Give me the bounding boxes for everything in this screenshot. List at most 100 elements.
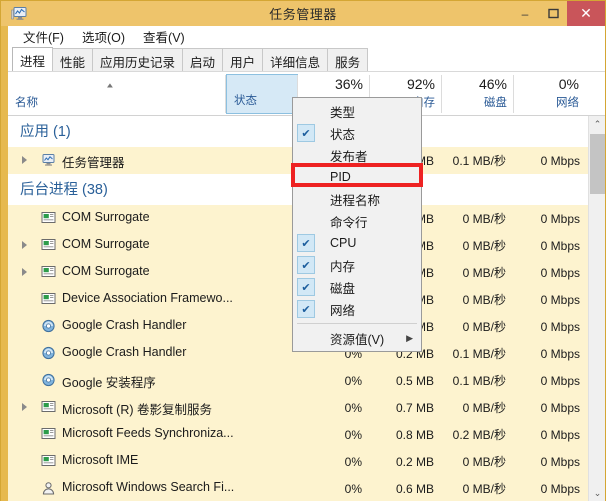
cpu-cell: 0% <box>344 400 362 415</box>
process-name: Microsoft IME <box>62 453 139 467</box>
network-cell: 0 Mbps <box>540 211 580 226</box>
process-name-cell[interactable]: 任务管理器 <box>8 147 298 174</box>
expand-arrow-icon[interactable] <box>22 156 27 164</box>
checkmark-icon: ✔ <box>297 234 315 252</box>
disk-cell: 0.2 MB/秒 <box>452 428 506 442</box>
context-menu-item-网络[interactable]: ✔ 网络 <box>293 298 421 320</box>
expand-arrow-icon[interactable] <box>22 403 27 411</box>
process-name-cell[interactable]: COM Surrogate <box>8 259 298 286</box>
context-menu-item-资源值v[interactable]: 资源值(V) ▶ <box>293 327 421 349</box>
context-menu-label: 进程名称 <box>330 193 381 208</box>
title-bar[interactable]: 任务管理器 – ✕ <box>1 1 605 26</box>
tab-performance[interactable]: 性能 <box>52 48 94 71</box>
process-name-cell[interactable]: COM Surrogate <box>8 205 298 232</box>
tab-users[interactable]: 用户 <box>222 48 264 71</box>
process-name-cell[interactable]: Microsoft (R) 卷影复制服务 <box>8 394 298 421</box>
process-name-cell[interactable]: COM Surrogate <box>8 232 298 259</box>
checkmark-icon: ✔ <box>297 300 315 318</box>
tab-startup[interactable]: 启动 <box>182 48 224 71</box>
network-cell: 0 Mbps <box>540 292 580 307</box>
generic-process-icon <box>41 265 56 279</box>
disk-cell: 0 MB/秒 <box>462 239 506 253</box>
process-name: Microsoft (R) 卷影复制服务 <box>62 403 213 417</box>
vertical-scrollbar[interactable]: ⌃ ⌄ <box>588 116 605 501</box>
generic-process-icon <box>41 427 56 441</box>
context-menu-label: 发布者 <box>330 149 368 164</box>
scroll-up-icon[interactable]: ⌃ <box>589 116 605 133</box>
scrollbar-thumb[interactable] <box>590 134 605 194</box>
context-menu-item-内存[interactable]: ✔ 内存 <box>293 254 421 276</box>
menu-file[interactable]: 文件(F) <box>14 26 73 47</box>
expand-arrow-icon[interactable] <box>22 268 27 276</box>
network-cell: 0 Mbps <box>540 346 580 361</box>
group-label: 后台进程 (38) <box>20 182 108 198</box>
column-header-name[interactable]: 名称 ▲ <box>8 72 226 115</box>
group-name-cell: 应用 (1) <box>8 116 298 143</box>
process-name-cell[interactable]: Google Crash Handler <box>8 340 298 367</box>
process-row[interactable]: Microsoft Feeds Synchroniza... 0% 0.8 MB 0.… <box>8 421 588 448</box>
process-name-cell[interactable]: Device Association Framewo... <box>8 286 298 313</box>
process-row[interactable]: Google 安装程序 0% 0.5 MB 0.1 MB/秒 0 Mbps <box>8 367 588 394</box>
column-header-status[interactable]: 状态 <box>226 74 298 114</box>
process-name-cell[interactable]: Google 安装程序 <box>8 367 298 394</box>
process-name: Google 安装程序 <box>62 376 156 390</box>
menu-options[interactable]: 选项(O) <box>73 26 134 47</box>
process-row[interactable]: Microsoft IME 0% 0.2 MB 0 MB/秒 0 Mbps <box>8 448 588 475</box>
tab-processes[interactable]: 进程 <box>12 47 54 71</box>
context-menu-item-进程名称[interactable]: 进程名称 <box>293 188 421 210</box>
disk-cell: 0.1 MB/秒 <box>452 154 506 168</box>
generic-process-icon <box>41 454 56 468</box>
process-name-cell[interactable]: Microsoft IME <box>8 448 298 475</box>
context-menu-label: 内存 <box>330 259 356 274</box>
close-button[interactable]: ✕ <box>567 1 605 26</box>
context-menu-item-磁盘[interactable]: ✔ 磁盘 <box>293 276 421 298</box>
context-menu-item-类型[interactable]: 类型 <box>293 100 421 122</box>
context-menu-item-命令行[interactable]: 命令行 <box>293 210 421 232</box>
menu-view[interactable]: 查看(V) <box>134 26 194 47</box>
tab-services[interactable]: 服务 <box>327 48 369 71</box>
disk-cell: 0 MB/秒 <box>462 320 506 334</box>
process-name-cell[interactable]: Microsoft Windows Search Fi... <box>8 475 298 501</box>
cpu-cell: 0% <box>344 427 362 442</box>
task-manager-window: 任务管理器 – ✕ 文件(F) 选项(O) 查看(V) 进程 性能 应用历史记录… <box>0 0 606 501</box>
network-cell: 0 Mbps <box>540 454 580 469</box>
context-menu-item-cpu[interactable]: ✔ CPU <box>293 232 421 254</box>
tab-strip: 进程 性能 应用历史记录 启动 用户 详细信息 服务 <box>8 47 605 71</box>
disk-cell: 0 MB/秒 <box>462 212 506 226</box>
disk-cell: 0 MB/秒 <box>462 401 506 415</box>
tab-app-history[interactable]: 应用历史记录 <box>92 48 184 71</box>
memory-cell: 0.2 MB <box>395 454 434 469</box>
user-process-icon <box>41 481 56 495</box>
maximize-button[interactable] <box>539 1 567 26</box>
memory-cell: 0.6 MB <box>395 481 434 496</box>
context-menu-item-状态[interactable]: ✔ 状态 <box>293 122 421 144</box>
process-row[interactable]: Microsoft Windows Search Fi... 0% 0.6 MB 0 … <box>8 475 588 501</box>
context-menu-item-pid[interactable]: PID <box>293 166 421 188</box>
disk-cell: 0 MB/秒 <box>462 482 506 496</box>
task-manager-icon <box>41 153 56 167</box>
process-name: COM Surrogate <box>62 264 150 278</box>
expand-arrow-icon[interactable] <box>22 241 27 249</box>
network-cell: 0 Mbps <box>540 238 580 253</box>
google-updater-icon <box>41 373 56 387</box>
scroll-down-icon[interactable]: ⌄ <box>589 485 605 501</box>
generic-process-icon <box>41 292 56 306</box>
network-cell: 0 Mbps <box>540 400 580 415</box>
checkmark-icon: ✔ <box>297 124 315 142</box>
disk-cell: 0.1 MB/秒 <box>452 374 506 388</box>
maximize-icon <box>547 8 559 19</box>
process-name: Device Association Framewo... <box>62 291 233 305</box>
group-name-cell: 后台进程 (38) <box>8 174 298 201</box>
process-name-cell[interactable]: Microsoft Feeds Synchroniza... <box>8 421 298 448</box>
process-row[interactable]: Microsoft (R) 卷影复制服务 0% 0.7 MB 0 MB/秒 0 Mbps <box>8 394 588 421</box>
minimize-button[interactable]: – <box>511 1 539 26</box>
column-header-network[interactable]: 0% 网络 <box>514 72 586 115</box>
context-menu-item-发布者[interactable]: 发布者 <box>293 144 421 166</box>
column-header-disk[interactable]: 46% 磁盘 <box>442 72 514 115</box>
context-menu-label: 类型 <box>330 105 356 120</box>
cpu-cell: 0% <box>344 454 362 469</box>
network-cell: 0 Mbps <box>540 319 580 334</box>
process-name: Microsoft Feeds Synchroniza... <box>62 426 234 440</box>
process-name-cell[interactable]: Google Crash Handler <box>8 313 298 340</box>
tab-details[interactable]: 详细信息 <box>262 48 329 71</box>
